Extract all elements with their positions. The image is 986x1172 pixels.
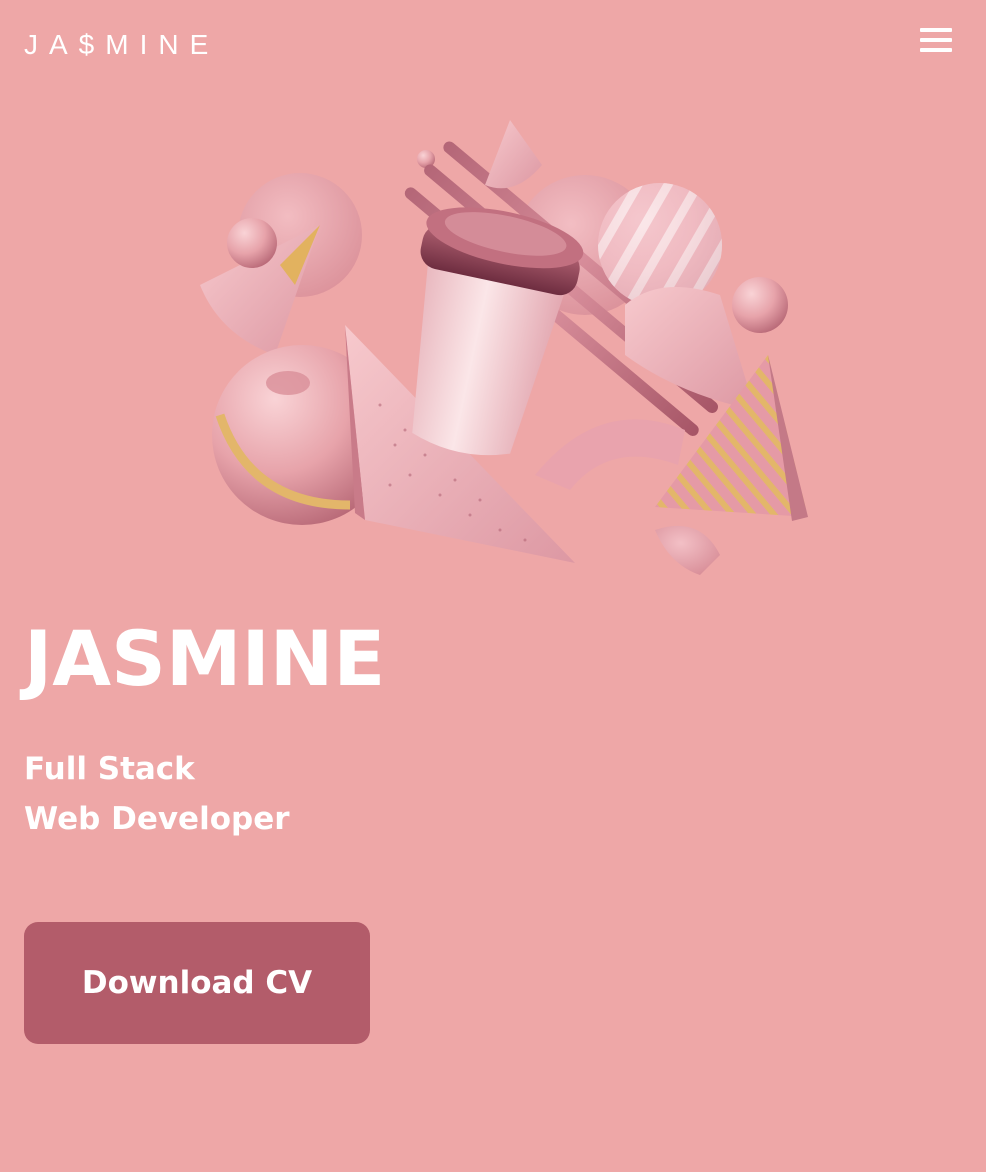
hero-name: JASMINE: [24, 614, 386, 703]
hamburger-menu-icon[interactable]: [918, 26, 954, 56]
site-logo[interactable]: JA$MINE: [24, 28, 219, 62]
hero-illustration: [200, 120, 808, 575]
hero-role: Full Stack Web Developer: [24, 744, 290, 844]
menu-bar-middle: [920, 38, 952, 42]
role-line-2: Web Developer: [24, 801, 290, 837]
menu-bar-bottom: [920, 48, 952, 52]
menu-bar-top: [920, 28, 952, 32]
page: JA$MINE JASMINE Full Stack Web Developer…: [0, 0, 986, 1172]
download-cv-button[interactable]: Download CV: [24, 922, 370, 1044]
role-line-1: Full Stack: [24, 751, 195, 787]
